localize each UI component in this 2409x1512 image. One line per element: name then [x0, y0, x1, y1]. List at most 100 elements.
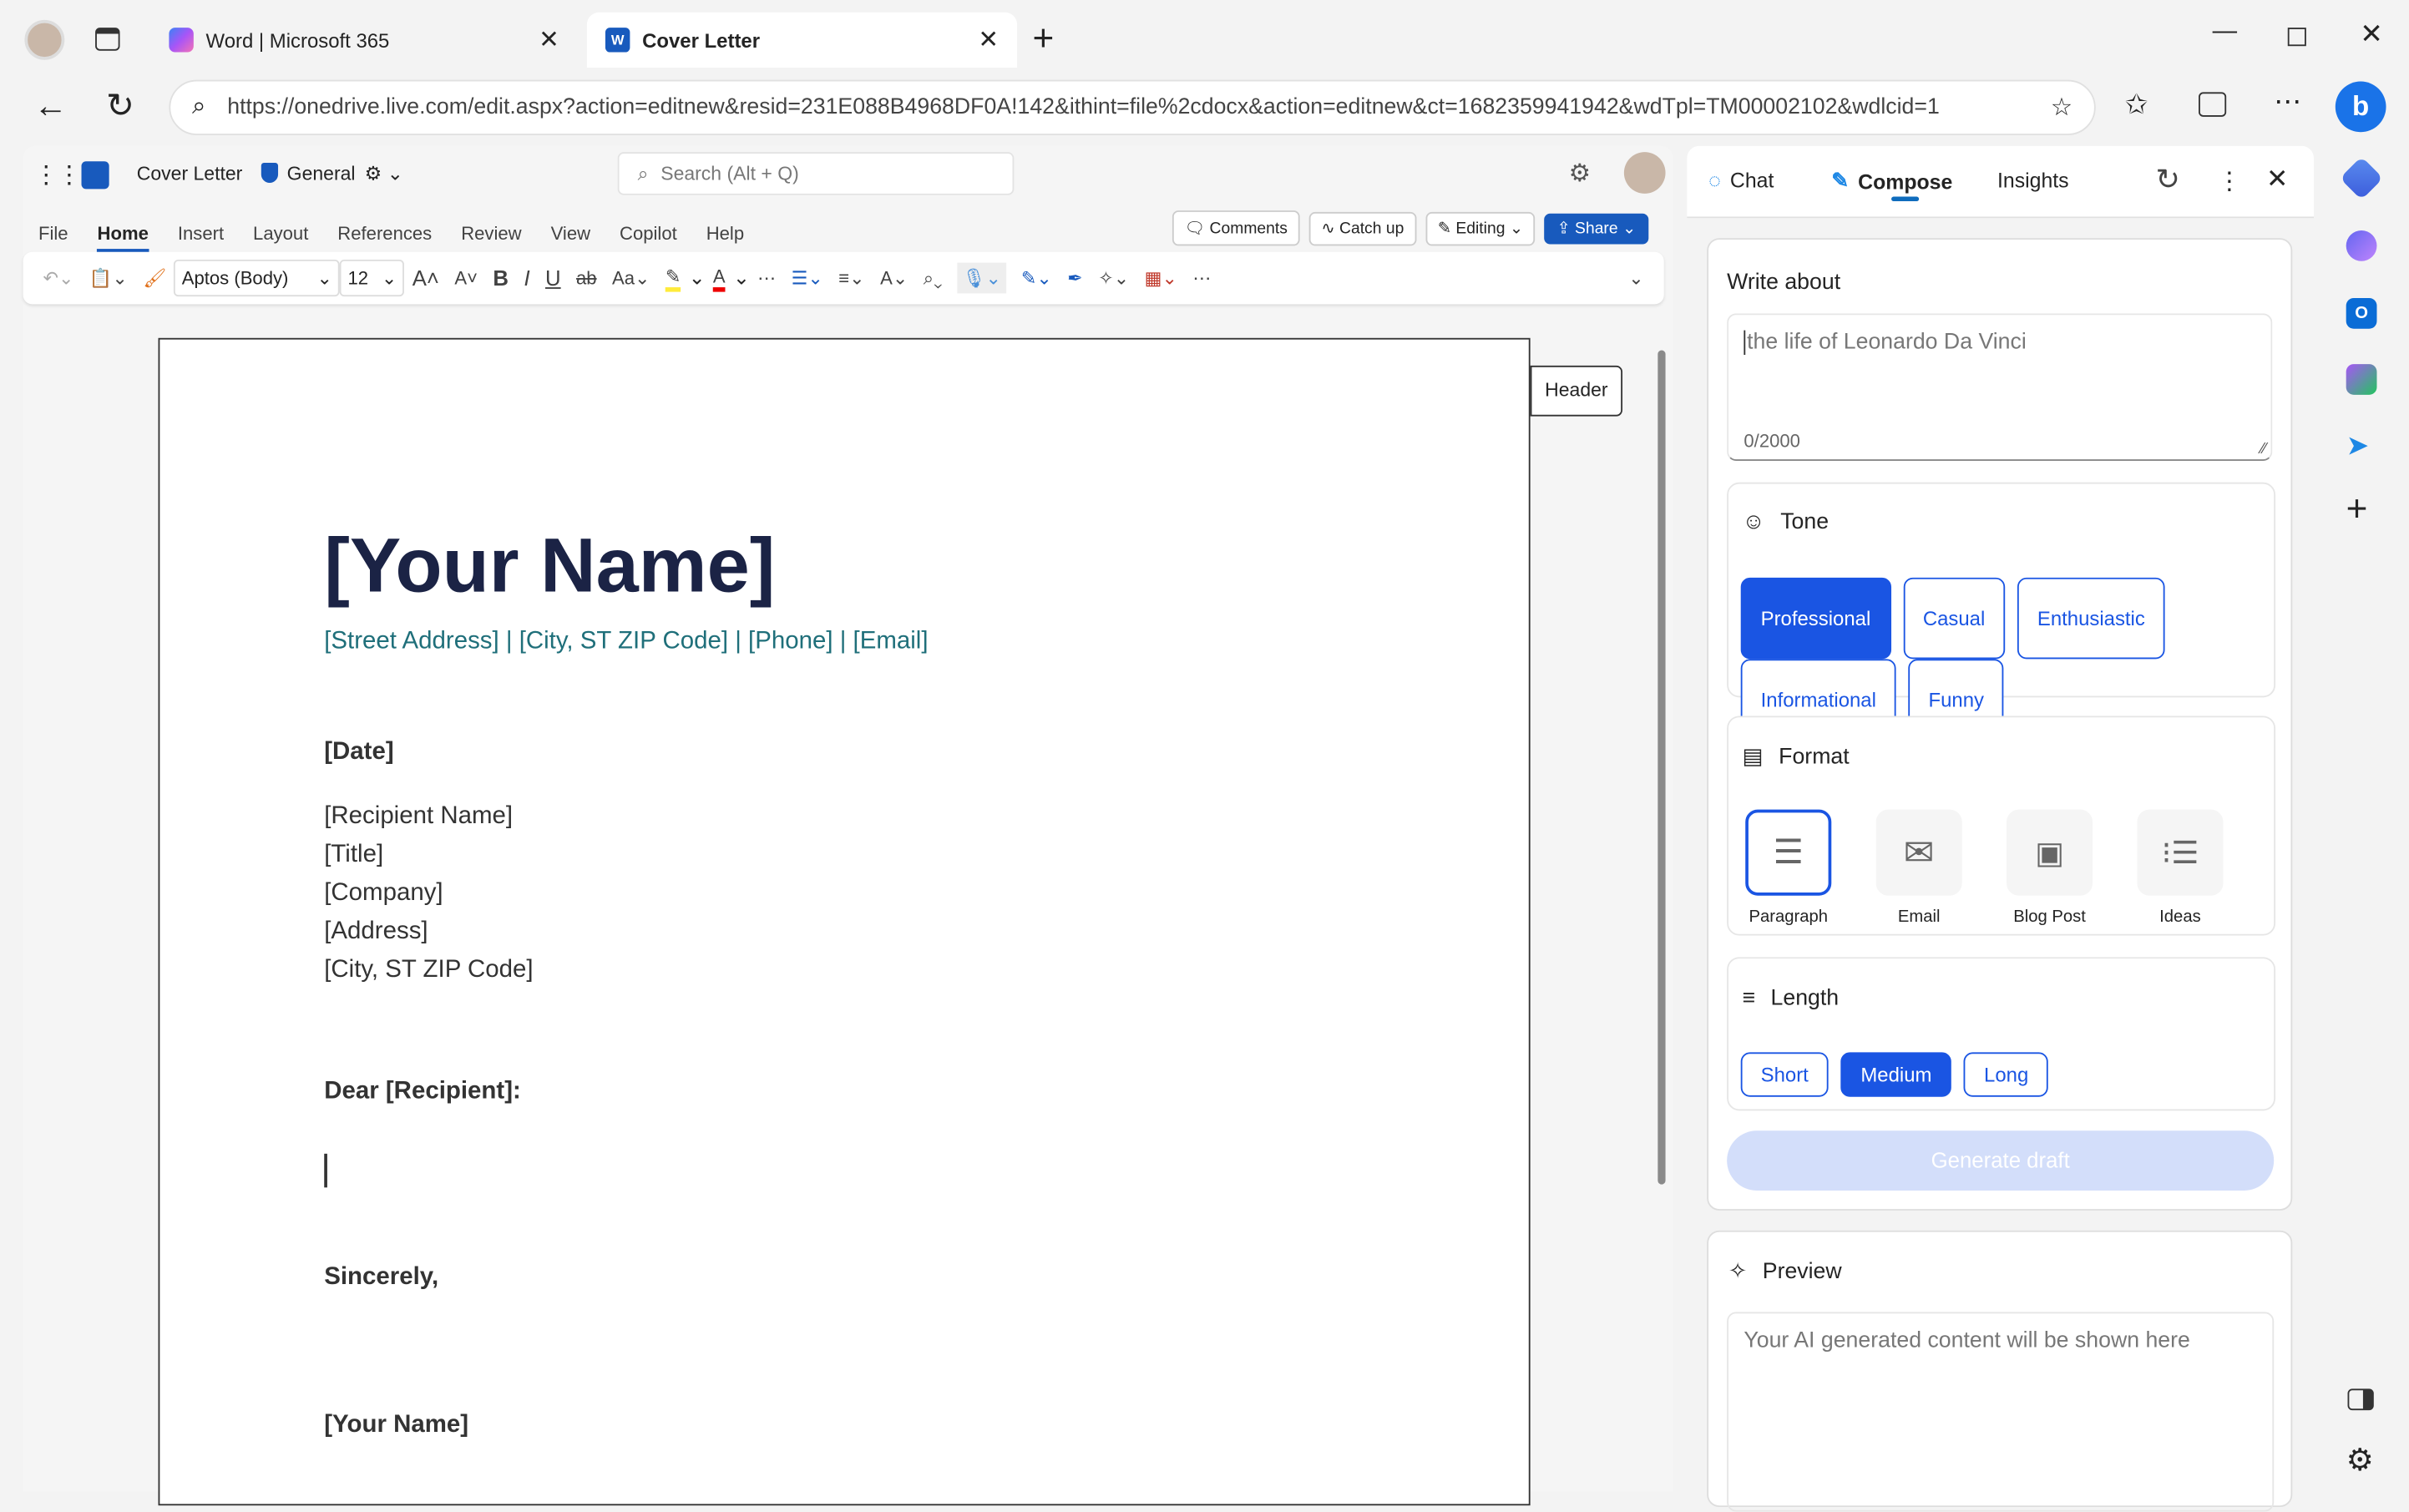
new-tab-button[interactable]: +: [1032, 18, 1054, 62]
menu-file[interactable]: File: [38, 223, 68, 245]
add-favorite-icon[interactable]: ☆: [2051, 92, 2072, 123]
settings-icon[interactable]: ⚙: [2346, 1441, 2374, 1479]
format-painter-icon[interactable]: 🖌: [143, 267, 166, 289]
comments-button[interactable]: 🗨 Comments: [1172, 210, 1300, 246]
more-font-icon[interactable]: ⋯: [757, 267, 776, 289]
menu-view[interactable]: View: [551, 223, 590, 245]
tone-professional[interactable]: Professional: [1740, 577, 1891, 660]
length-medium[interactable]: Medium: [1840, 1052, 1952, 1097]
bold-icon[interactable]: B: [493, 265, 509, 290]
generate-draft-button[interactable]: Generate draft: [1727, 1130, 2275, 1191]
format-paragraph[interactable]: ☰ Paragraph: [1745, 809, 1832, 927]
underline-icon[interactable]: U: [545, 265, 561, 290]
search-box[interactable]: ⌕ Search (Alt + Q): [617, 152, 1015, 195]
italic-icon[interactable]: I: [524, 265, 529, 290]
send-icon[interactable]: ➤: [2346, 430, 2370, 463]
format-blog-post[interactable]: ▣ Blog Post: [2007, 809, 2093, 927]
copilot-ribbon-icon[interactable]: ✧⌄: [1098, 267, 1129, 289]
refresh-icon[interactable]: ↻: [2156, 163, 2180, 198]
tab-compose[interactable]: ✎ Compose: [1831, 169, 1952, 193]
document-title[interactable]: Cover Letter: [137, 162, 243, 184]
format-email[interactable]: ✉ Email: [1875, 809, 1962, 927]
close-tab-icon[interactable]: ✕: [539, 24, 559, 55]
tab-title: Cover Letter: [642, 28, 761, 52]
resize-handle-icon[interactable]: ⁄⁄: [2261, 441, 2266, 458]
settings-icon[interactable]: ⚙: [1569, 159, 1591, 190]
bing-copilot-icon[interactable]: b: [2335, 81, 2386, 133]
input-placeholder: the life of Leonardo Da Vinci: [1743, 330, 2027, 356]
tone-enthusiastic[interactable]: Enthusiastic: [2017, 577, 2165, 660]
chat-icon: ◌: [1708, 169, 1721, 192]
format-ideas[interactable]: ⁝☰ Ideas: [2137, 809, 2224, 927]
shrink-font-icon[interactable]: A˅: [454, 267, 478, 289]
sidebar-toggle-icon[interactable]: [2347, 1388, 2374, 1411]
tone-casual[interactable]: Casual: [1902, 577, 2006, 660]
preview-placeholder: Your AI generated content will be shown …: [1743, 1328, 2190, 1354]
font-color-icon[interactable]: A: [712, 265, 726, 291]
length-icon: ≡: [1742, 986, 1756, 1011]
menu-help[interactable]: Help: [706, 223, 744, 245]
outlook-icon[interactable]: O: [2346, 297, 2377, 329]
header-tag[interactable]: Header: [1530, 365, 1623, 417]
more-options-icon[interactable]: ⋯: [1192, 267, 1211, 289]
designer-icon[interactable]: ✒: [1067, 267, 1083, 289]
designer-icon[interactable]: [2346, 364, 2377, 395]
document-page[interactable]: [Your Name] [Street Address] | [City, ST…: [158, 337, 1531, 1506]
word-logo-icon: [81, 161, 109, 190]
tab-chat[interactable]: ◌ Chat: [1708, 169, 1774, 192]
paste-icon[interactable]: 📋⌄: [89, 267, 128, 289]
browser-tab-word[interactable]: Word | Microsoft 365 ✕: [150, 13, 578, 68]
shopping-tag-icon[interactable]: [2340, 156, 2384, 200]
sensitivity-label[interactable]: General: [287, 162, 356, 184]
close-window-button[interactable]: ✕: [2360, 18, 2383, 51]
tab-insights[interactable]: Insights: [1997, 169, 2069, 192]
refresh-button[interactable]: ↻: [106, 86, 134, 126]
menu-layout[interactable]: Layout: [253, 223, 308, 245]
menu-review[interactable]: Review: [461, 223, 521, 245]
user-avatar[interactable]: [1623, 152, 1666, 194]
find-icon[interactable]: ⌕⌄: [924, 266, 943, 290]
styles-icon[interactable]: A⌄: [880, 267, 908, 289]
minimize-button[interactable]: —: [2213, 18, 2237, 46]
dictate-icon[interactable]: 🎙⌄: [957, 262, 1006, 294]
share-button[interactable]: ⇪ Share ⌄: [1544, 212, 1648, 244]
add-ins-icon[interactable]: ▦⌄: [1145, 267, 1177, 289]
profile-avatar[interactable]: [24, 19, 65, 60]
menu-references[interactable]: References: [337, 223, 432, 245]
more-options-icon[interactable]: ⋮: [2217, 166, 2241, 197]
strikethrough-icon[interactable]: ab: [576, 267, 597, 289]
length-short[interactable]: Short: [1740, 1052, 1829, 1097]
address-bar[interactable]: ⌕ https://onedrive.live.com/edit.aspx?ac…: [169, 79, 2096, 135]
expand-ribbon-icon[interactable]: ⌄: [1628, 267, 1644, 289]
font-size-select[interactable]: 12 ⌄: [340, 259, 405, 297]
undo-icon[interactable]: ↶⌄: [43, 267, 74, 289]
write-about-input[interactable]: the life of Leonardo Da Vinci 0/2000 ⁄⁄: [1727, 313, 2273, 461]
highlight-icon[interactable]: ✎: [665, 265, 681, 291]
menu-copilot[interactable]: Copilot: [620, 223, 677, 245]
add-sidebar-icon[interactable]: +: [2346, 488, 2368, 532]
change-case-icon[interactable]: Aa⌄: [612, 267, 650, 289]
favorites-icon[interactable]: ✩: [2125, 89, 2148, 122]
font-select[interactable]: Aptos (Body) ⌄: [174, 259, 341, 297]
browser-tab-cover-letter[interactable]: W Cover Letter ✕: [586, 12, 1018, 68]
editing-button[interactable]: ✎ Editing ⌄: [1425, 211, 1536, 245]
tab-actions-icon[interactable]: [95, 28, 120, 51]
collections-icon[interactable]: [2199, 92, 2227, 117]
catchup-button[interactable]: ∿ Catch up: [1308, 211, 1417, 245]
editor-icon[interactable]: ✎⌄: [1021, 267, 1052, 289]
bullets-icon[interactable]: ☰⌄: [792, 267, 823, 289]
grow-font-icon[interactable]: A˄: [412, 265, 439, 290]
m365-icon[interactable]: [2346, 230, 2377, 261]
menu-insert[interactable]: Insert: [178, 223, 224, 245]
length-long[interactable]: Long: [1964, 1052, 2049, 1097]
back-button[interactable]: ←: [33, 86, 67, 126]
close-panel-icon[interactable]: ✕: [2266, 164, 2288, 195]
more-menu-icon[interactable]: ⋯: [2274, 86, 2301, 119]
close-tab-icon[interactable]: ✕: [978, 24, 999, 55]
align-icon[interactable]: ≡⌄: [838, 267, 864, 289]
vertical-scrollbar[interactable]: [1657, 350, 1666, 1185]
sync-status-icon[interactable]: ⚙ ⌄: [365, 161, 403, 185]
length-label: Length: [1770, 986, 1840, 1011]
menu-home[interactable]: Home: [97, 223, 149, 254]
maximize-button[interactable]: [2287, 28, 2306, 47]
